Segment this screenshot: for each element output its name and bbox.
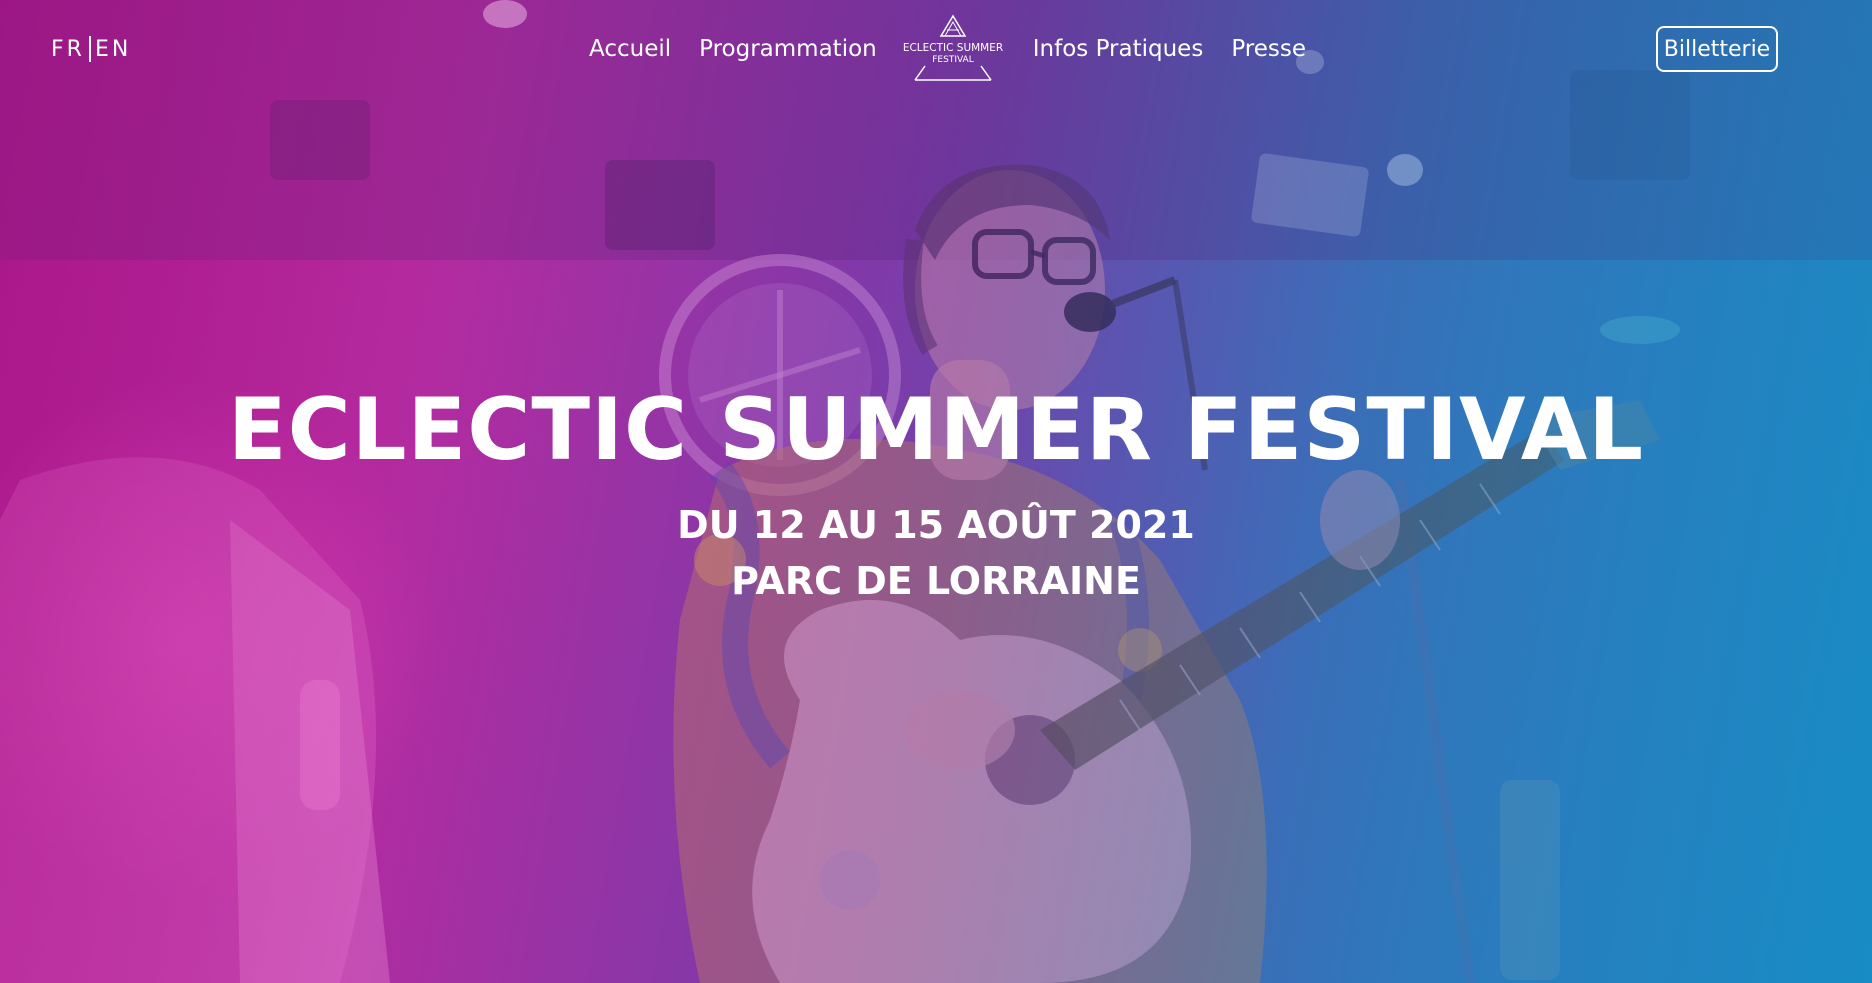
hero-title: ECLECTIC SUMMER FESTIVAL [227,380,1645,480]
language-switcher: FR EN [51,36,131,62]
nav-link-info[interactable]: Infos Pratiques [1033,36,1204,62]
hero-content: ECLECTIC SUMMER FESTIVAL DU 12 AU 15 AOÛ… [0,380,1872,612]
nav-link-program[interactable]: Programmation [699,36,877,62]
logo-line-1: ECLECTIC SUMMER [903,42,1003,54]
hero-location: PARC DE LORRAINE [731,559,1141,603]
ticket-button[interactable]: Billetterie [1656,26,1778,72]
hero-section: FR EN Accueil Programmation ECLECTIC SUM… [0,0,1872,983]
logo-line-2: FESTIVAL [932,55,973,65]
nav-link-home[interactable]: Accueil [589,36,671,62]
lang-en-link[interactable]: EN [95,37,131,62]
hero-dates: DU 12 AU 15 AOÛT 2021 [677,503,1195,547]
nav-link-press[interactable]: Presse [1231,36,1306,62]
lang-separator [88,36,91,62]
festival-logo[interactable]: ECLECTIC SUMMER FESTIVAL [903,14,1003,84]
festival-logo-icon: ECLECTIC SUMMER FESTIVAL [903,14,1003,81]
main-nav: Accueil Programmation ECLECTIC SUMMER FE… [589,14,1306,84]
lang-fr-link[interactable]: FR [51,37,85,62]
site-header: FR EN Accueil Programmation ECLECTIC SUM… [0,0,1872,100]
